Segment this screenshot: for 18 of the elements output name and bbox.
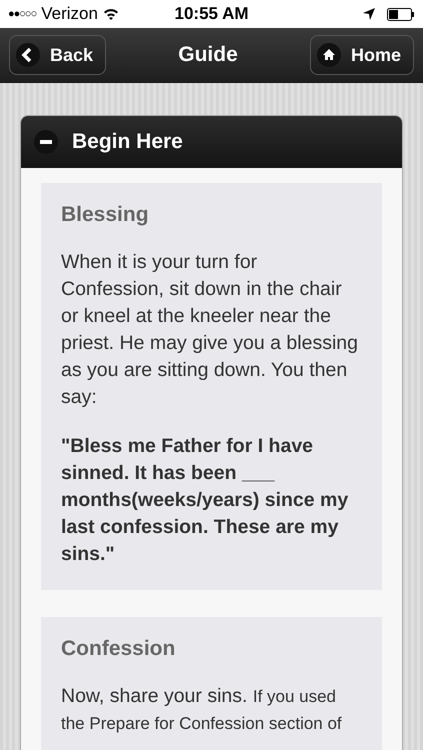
carrier-name: Verizon: [41, 4, 98, 24]
clock-time: 10:55 AM: [174, 4, 248, 24]
paragraph: When it is your turn for Confession, sit down in the chair or kneel at the kneeler near the priest. He may give you a blessing as you are sitting down. You then say:: [61, 250, 359, 410]
back-button[interactable]: Back: [9, 35, 106, 75]
home-button[interactable]: Home: [310, 35, 414, 75]
card-heading: Confession: [61, 637, 176, 661]
card-heading: Blessing: [61, 203, 150, 227]
back-chevron-icon: [16, 43, 40, 67]
quote-paragraph: "Bless me Father for I have sinned. It has been ___ months(weeks/years) since my last confession. These are my sins.": [61, 434, 350, 567]
paragraph: Now, share your sins. If you used the Prepare for Confession section of: [61, 684, 343, 735]
section-header[interactable]: Begin Here: [21, 116, 402, 168]
wifi-icon: [102, 8, 119, 20]
home-icon: [316, 43, 341, 67]
page-title: Guide: [178, 43, 238, 67]
location-arrow-icon: [363, 8, 375, 20]
battery-icon: [387, 8, 415, 20]
collapse-icon: [34, 130, 58, 154]
signal-dots: ●●○○○: [8, 8, 36, 20]
